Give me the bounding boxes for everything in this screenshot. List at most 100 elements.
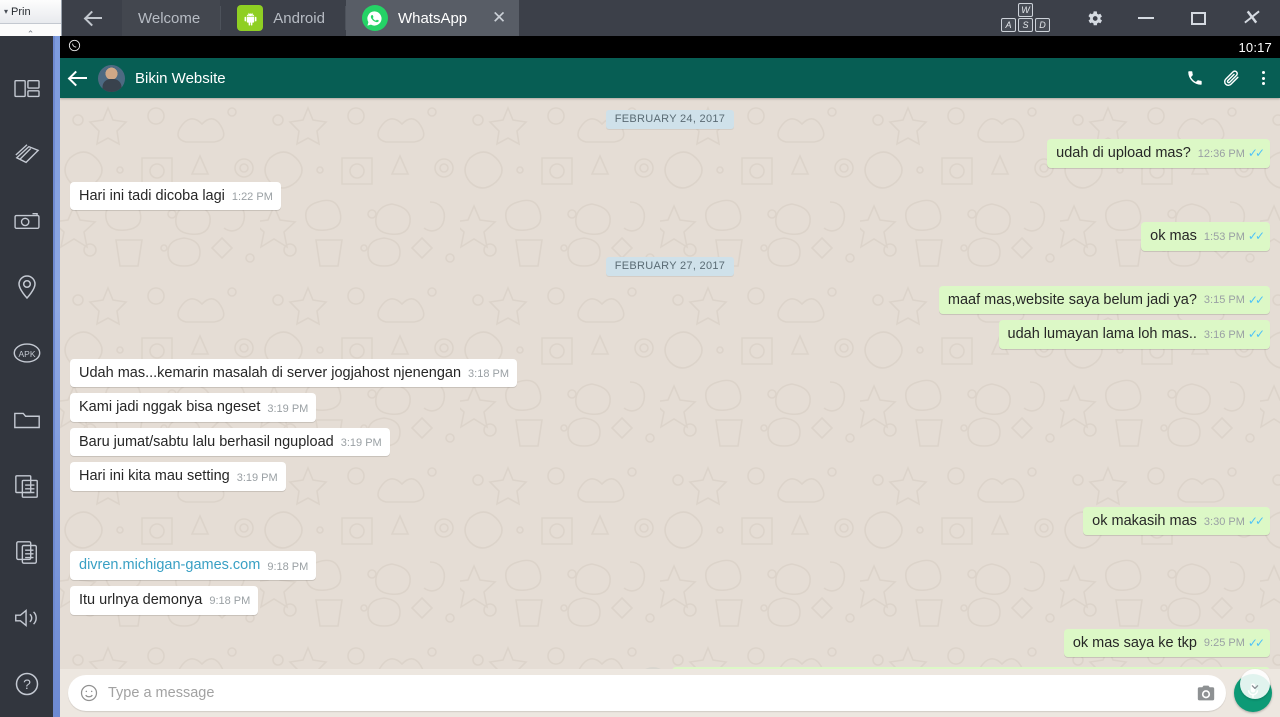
- phone-icon[interactable]: [1186, 69, 1204, 87]
- message-time: 3:15 PM: [1203, 294, 1245, 307]
- avatar[interactable]: [98, 64, 125, 92]
- message-bubble[interactable]: maaf mas,website saya belum jadi ya? 3:15…: [938, 285, 1270, 315]
- tab-whatsapp-label: WhatsApp: [397, 9, 468, 27]
- key-s: S: [1018, 18, 1033, 32]
- date-separator: FEBRUARY 27, 2017: [70, 256, 1270, 276]
- back-button[interactable]: [62, 0, 122, 36]
- message-row: Kami jadi nggak bisa ngeset 3:19 PM: [70, 393, 1270, 422]
- emoji-icon[interactable]: [79, 683, 99, 703]
- sidebar-item-location[interactable]: [0, 254, 54, 320]
- message-bubble[interactable]: Hari ini tadi dicoba lagi 1:22 PM: [70, 181, 281, 211]
- message-row: ok mas 1:53 PM: [70, 222, 1270, 251]
- message-link[interactable]: divren.michigan-games.com: [79, 556, 260, 575]
- message-meta: 9:25 PM: [1204, 636, 1262, 651]
- keymapping-icon[interactable]: W A S D: [998, 3, 1054, 33]
- read-receipt-icon: [1248, 146, 1262, 161]
- message-meta: 1:22 PM: [232, 190, 273, 204]
- message-bubble[interactable]: ok mas saya ke tkp 9:25 PM: [1063, 628, 1270, 658]
- message-input[interactable]: Type a message: [68, 675, 1226, 711]
- minimize-icon: [1138, 17, 1154, 19]
- sidebar-item-apk[interactable]: APK: [0, 320, 54, 386]
- sidebar-item-copy[interactable]: [0, 453, 54, 519]
- message-text: maaf mas,website saya belum jadi ya?: [947, 291, 1197, 308]
- message-text: Udah mas...kemarin masalah di server jog…: [79, 364, 462, 381]
- location-icon: [17, 275, 36, 300]
- volume-icon: [14, 608, 37, 627]
- close-window-button[interactable]: ✕: [1224, 0, 1276, 36]
- sidebar-item-screenshot[interactable]: [0, 188, 54, 254]
- message-time: 9:18 PM: [267, 560, 309, 573]
- message-time: 3:30 PM: [1203, 515, 1245, 528]
- message-meta: 3:19 PM: [267, 402, 308, 416]
- message-time: 3:19 PM: [236, 471, 278, 484]
- message-text: Itu urlnya demonya: [79, 592, 203, 609]
- sidebar-item-clipboard[interactable]: [0, 519, 54, 585]
- sidebar-item-folder[interactable]: [0, 386, 54, 452]
- settings-button[interactable]: [1068, 0, 1120, 36]
- tab-bar: Welcome Android WhatsApp ✕ W A S D ✕: [62, 0, 1280, 36]
- message-time: 3:18 PM: [468, 368, 510, 381]
- sidebar-item-multi-window[interactable]: [0, 56, 54, 122]
- message-time: 1:22 PM: [231, 191, 273, 204]
- sidebar-item-shake[interactable]: [0, 122, 54, 188]
- forward-message-button[interactable]: [637, 667, 669, 669]
- key-a: A: [1001, 18, 1016, 32]
- message-meta: 3:15 PM: [1204, 293, 1262, 308]
- status-bar-clock: 10:17: [1238, 39, 1272, 55]
- message-meta: 3:19 PM: [341, 436, 382, 450]
- message-bubble[interactable]: 3 — Postimage.orgProvides free image upl…: [672, 667, 1270, 669]
- android-status-bar: 10:17: [60, 36, 1280, 58]
- message-bubble[interactable]: ok mas 1:53 PM: [1141, 222, 1270, 251]
- scroll-to-bottom-button[interactable]: ⌄: [1240, 669, 1270, 699]
- message-bubble[interactable]: divren.michigan-games.com 9:18 PM: [70, 551, 317, 581]
- message-text: ok mas: [1150, 228, 1197, 245]
- sidebar-item-help[interactable]: ?: [0, 651, 54, 717]
- chat-header: Bikin Website: [60, 58, 1280, 98]
- message-bubble[interactable]: Udah mas...kemarin masalah di server jog…: [70, 358, 518, 388]
- message-bubble[interactable]: udah lumayan lama loh mas.. 3:16 PM: [998, 320, 1270, 349]
- minimize-button[interactable]: [1120, 0, 1172, 36]
- message-bubble[interactable]: ok makasih mas 3:30 PM: [1083, 506, 1270, 536]
- message-row: Hari ini kita mau setting 3:19 PM: [70, 462, 1270, 491]
- message-bubble[interactable]: Hari ini kita mau setting 3:19 PM: [70, 462, 286, 491]
- message-meta: 3:19 PM: [237, 471, 278, 485]
- message-text: udah lumayan lama loh mas..: [1007, 326, 1197, 343]
- key-d: D: [1035, 18, 1050, 32]
- svg-text:?: ?: [23, 676, 31, 692]
- message-row: divren.michigan-games.com 9:18 PM: [70, 551, 1270, 581]
- message-text: ok mas saya ke tkp: [1072, 634, 1197, 651]
- message-text: ok makasih mas: [1092, 512, 1197, 529]
- tool-rail: APK ?: [0, 36, 55, 717]
- paperclip-icon[interactable]: [1222, 69, 1241, 88]
- back-arrow-icon[interactable]: [68, 67, 90, 89]
- copy-icon: [14, 474, 38, 498]
- android-icon: [237, 5, 264, 31]
- header-actions: [1186, 69, 1268, 88]
- page-title[interactable]: Bikin Website: [135, 70, 1178, 87]
- android-screen: 10:17 Bikin Website FEBRUARY 24, 2017 ud…: [60, 36, 1280, 717]
- overflow-menu-icon[interactable]: [1259, 71, 1268, 85]
- sidebar-item-volume[interactable]: [0, 585, 54, 651]
- message-bubble[interactable]: udah di upload mas? 12:36 PM: [1047, 139, 1270, 168]
- message-bubble[interactable]: Itu urlnya demonya 9:18 PM: [70, 586, 259, 615]
- titlebar-spacer: [519, 0, 998, 36]
- maximize-button[interactable]: [1172, 0, 1224, 36]
- whatsapp-notification-icon: [68, 39, 81, 55]
- message-bubble[interactable]: Kami jadi nggak bisa ngeset 3:19 PM: [70, 393, 317, 422]
- background-window-titlebar: ▾ Prin: [0, 0, 61, 24]
- maximize-icon: [1190, 11, 1206, 25]
- svg-text:APK: APK: [18, 349, 35, 359]
- message-input-placeholder: Type a message: [108, 685, 215, 701]
- messages-container: FEBRUARY 24, 2017 udah di upload mas? 12:3…: [70, 110, 1270, 669]
- tab-welcome[interactable]: Welcome: [122, 0, 221, 36]
- message-time: 3:19 PM: [340, 437, 382, 450]
- message-meta: 3:16 PM: [1204, 327, 1262, 342]
- help-icon: ?: [15, 672, 38, 696]
- close-icon[interactable]: ✕: [489, 8, 509, 28]
- camera-icon[interactable]: [1196, 684, 1216, 702]
- message-bubble[interactable]: Baru jumat/sabtu lalu berhasil ngupload 3…: [70, 427, 390, 457]
- tab-android[interactable]: Android: [221, 0, 345, 36]
- tab-whatsapp[interactable]: WhatsApp ✕: [345, 0, 520, 36]
- message-list[interactable]: FEBRUARY 24, 2017 udah di upload mas? 12:3…: [60, 98, 1280, 669]
- window-controls: W A S D ✕: [998, 0, 1280, 36]
